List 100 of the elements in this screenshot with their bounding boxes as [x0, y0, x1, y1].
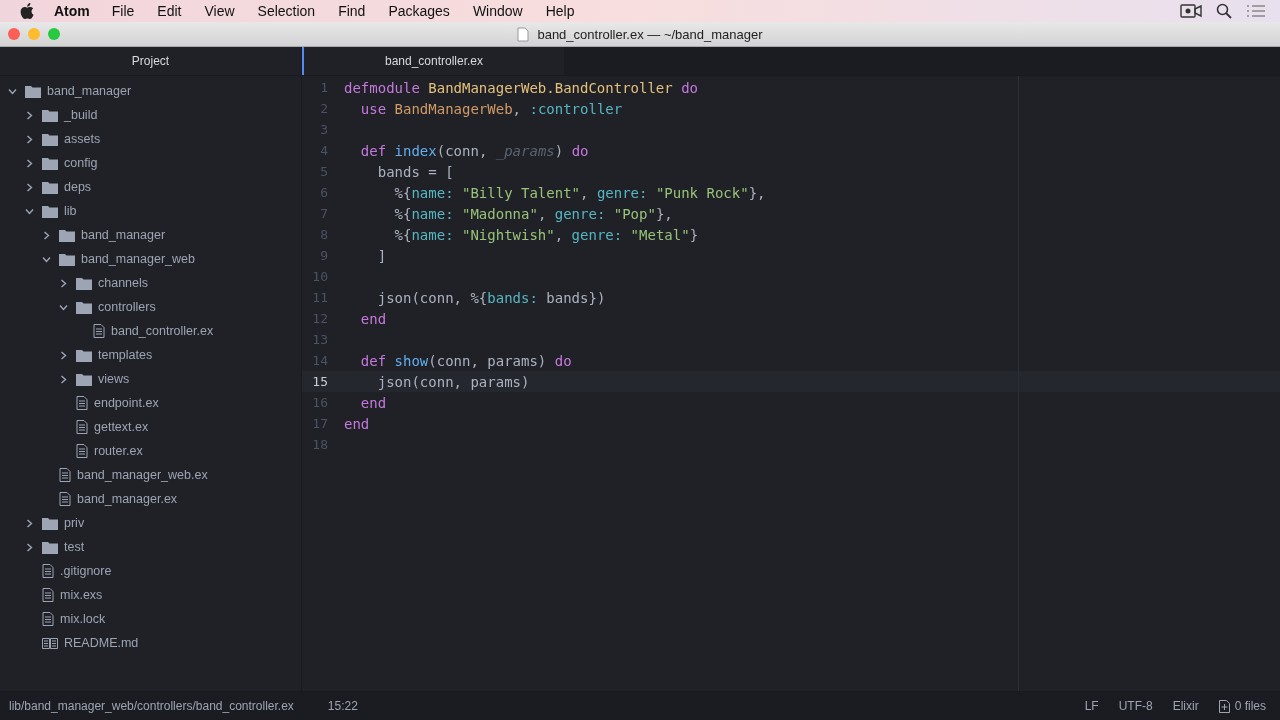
- menu-item[interactable]: Selection: [257, 3, 316, 19]
- menu-item[interactable]: Find: [338, 3, 366, 19]
- line-number: 13: [311, 332, 328, 347]
- file-count[interactable]: 0 files: [1234, 699, 1266, 713]
- chevron-icon[interactable]: [25, 542, 34, 552]
- file-name[interactable]: README.md: [64, 636, 139, 650]
- folder-name[interactable]: band_manager: [81, 228, 166, 242]
- document-icon: [517, 26, 530, 42]
- file-name[interactable]: gettext.ex: [94, 420, 149, 434]
- folder-name[interactable]: deps: [64, 180, 92, 194]
- chevron-icon[interactable]: [25, 182, 34, 192]
- line-number: 15: [311, 374, 328, 389]
- code-line: json(conn, %{bands: bands}): [377, 289, 606, 306]
- app-menu[interactable]: Atom: [54, 3, 90, 19]
- folder-icon: [42, 132, 58, 146]
- panel-title: Project: [131, 54, 170, 68]
- folder-icon: [76, 372, 92, 386]
- chevron-icon[interactable]: [8, 86, 17, 96]
- line-number: 10: [311, 269, 328, 284]
- menu-item[interactable]: Edit: [157, 3, 182, 19]
- code-line: ]: [377, 247, 387, 264]
- code-line: json(conn, params): [377, 373, 530, 390]
- file-name[interactable]: router.ex: [94, 444, 143, 458]
- grammar[interactable]: Elixir: [1172, 699, 1199, 713]
- file-icon: [76, 444, 88, 458]
- code-line: %{name: "Nightwish", genre: "Metal"}: [394, 226, 699, 243]
- chevron-icon[interactable]: [59, 302, 68, 312]
- menu-item[interactable]: View: [204, 3, 235, 19]
- chevron-icon[interactable]: [59, 278, 68, 288]
- folder-name[interactable]: priv: [64, 516, 85, 530]
- folder-icon: [42, 180, 58, 194]
- folder-name[interactable]: band_manager_web: [81, 252, 195, 266]
- line-number: 14: [311, 353, 328, 368]
- line-ending[interactable]: LF: [1084, 699, 1099, 713]
- book-icon: [42, 636, 58, 650]
- cursor-position[interactable]: 15:22: [327, 699, 358, 713]
- line-number: 12: [311, 311, 328, 326]
- folder-icon: [25, 84, 41, 98]
- folder-icon: [76, 276, 92, 290]
- line-number: 6: [319, 185, 328, 200]
- file-name[interactable]: mix.lock: [60, 612, 106, 626]
- file-icon: [42, 564, 54, 578]
- folder-name[interactable]: assets: [64, 132, 101, 146]
- folder-name[interactable]: lib: [64, 204, 77, 218]
- chevron-icon[interactable]: [42, 254, 51, 264]
- folder-icon: [42, 204, 58, 218]
- folder-icon: [59, 228, 75, 242]
- chevron-icon[interactable]: [25, 518, 34, 528]
- file-name[interactable]: mix.exs: [60, 588, 103, 602]
- file-icon: [76, 396, 88, 410]
- encoding[interactable]: UTF-8: [1118, 699, 1153, 713]
- folder-name[interactable]: test: [64, 540, 85, 554]
- chevron-icon[interactable]: [25, 158, 34, 168]
- folder-icon: [59, 252, 75, 266]
- chevron-icon[interactable]: [59, 374, 68, 384]
- chevron-icon[interactable]: [25, 134, 34, 144]
- code-line: bands = [: [377, 163, 454, 180]
- line-number: 2: [319, 101, 328, 116]
- file-name[interactable]: endpoint.ex: [94, 396, 159, 410]
- code-line: use BandManagerWeb, :controller: [360, 100, 623, 117]
- apple-logo-icon[interactable]: [20, 3, 34, 19]
- chevron-icon[interactable]: [25, 110, 34, 120]
- code-line: end: [360, 394, 387, 411]
- document-plus-icon: [1218, 699, 1230, 713]
- menu-item[interactable]: Packages: [388, 3, 450, 19]
- menu-item[interactable]: File: [111, 3, 135, 19]
- file-icon: [76, 420, 88, 434]
- line-number: 3: [319, 122, 328, 137]
- chevron-icon[interactable]: [42, 230, 51, 240]
- menu-item[interactable]: Help: [545, 3, 575, 19]
- folder-name[interactable]: _build: [64, 108, 98, 122]
- folder-name[interactable]: channels: [98, 276, 149, 290]
- file-path[interactable]: lib/band_manager_web/controllers/band_controller.ex: [9, 699, 294, 713]
- file-name[interactable]: .gitignore: [60, 564, 112, 578]
- code-line: def show(conn, params) do: [360, 352, 572, 369]
- menu-item[interactable]: Window: [472, 3, 523, 19]
- line-number: 16: [311, 395, 328, 410]
- code-line: defmodule BandManagerWeb.BandController do: [344, 79, 699, 96]
- code-line: end: [344, 415, 370, 432]
- folder-name[interactable]: templates: [98, 348, 153, 362]
- folder-name[interactable]: config: [64, 156, 98, 170]
- file-name[interactable]: band_manager_web.ex: [77, 468, 208, 482]
- file-icon: [59, 468, 71, 482]
- file-name[interactable]: band_controller.ex: [111, 324, 214, 338]
- chevron-icon[interactable]: [59, 350, 68, 360]
- line-number: 4: [319, 143, 328, 158]
- chevron-icon[interactable]: [25, 206, 34, 216]
- folder-name[interactable]: views: [98, 372, 130, 386]
- folder-name[interactable]: controllers: [98, 300, 156, 314]
- line-number: 1: [319, 80, 328, 95]
- line-number: 8: [319, 227, 328, 242]
- folder-name[interactable]: band_manager: [47, 84, 132, 98]
- file-icon: [59, 492, 71, 506]
- video-camera-icon[interactable]: [1180, 4, 1202, 18]
- file-name[interactable]: band_manager.ex: [77, 492, 178, 506]
- editor-tab[interactable]: band_controller.ex: [302, 47, 564, 75]
- folder-icon: [42, 156, 58, 170]
- folder-icon: [42, 540, 58, 554]
- folder-icon: [76, 300, 92, 314]
- search-icon[interactable]: [1216, 3, 1232, 19]
